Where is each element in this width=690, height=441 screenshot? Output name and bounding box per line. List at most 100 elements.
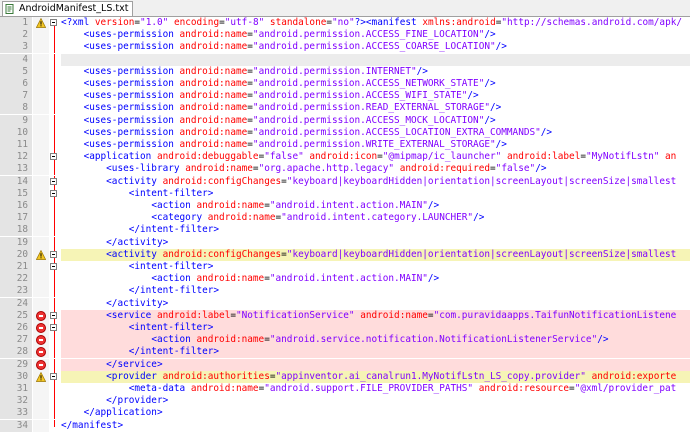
code-line[interactable]: 33 </application> [0,407,690,420]
fold-line [54,334,55,347]
marker-margin [33,370,49,383]
code-line[interactable]: 17 <category android:name="android.inten… [0,212,690,225]
fold-margin [49,151,61,164]
code-line[interactable]: 23 </intent-filter> [0,285,690,298]
code-line[interactable]: 31 <meta-data android:name="android.supp… [0,383,690,395]
code-line[interactable]: 9 <uses-permission android:name="android… [0,114,690,127]
code-line[interactable]: 29 </service> [0,358,690,371]
code-text: </intent-filter> [61,285,690,298]
code-line[interactable]: 27 <action android:name="android.service… [0,334,690,347]
token-val: "utf-8" [224,17,265,28]
code-line[interactable]: 3 <uses-permission android:name="android… [0,41,690,54]
code-line[interactable]: 26 <intent-filter> [0,322,690,334]
code-line[interactable]: 14 <activity android:configChanges="keyb… [0,175,690,188]
collapse-toggle-icon[interactable] [50,189,57,197]
token-tag: </intent-filter> [128,346,220,358]
token-val: "android.permission.ACCESS_COARSE_LOCATI… [252,41,496,53]
fold-line [54,395,55,408]
collapse-toggle-icon[interactable] [50,372,57,380]
code-line[interactable]: 34 </manifest> [0,419,690,432]
code-line[interactable]: 24 </activity> [0,297,690,310]
line-number: 34 [0,419,32,432]
fold-line [54,236,55,249]
token-tag: <manifest [365,17,423,28]
code-line[interactable]: 21 <intent-filter> [0,261,690,273]
token-tag: <action [151,273,197,285]
line-number: 33 [0,407,32,420]
line-number: 21 [0,261,32,273]
code-line[interactable]: 16 <action android:name="android.intent.… [0,200,690,212]
code-line[interactable]: 12 <application android:debuggable="fals… [0,151,690,164]
collapse-toggle-icon[interactable] [50,177,57,185]
marker-margin [33,53,49,66]
token-val: "false" [264,151,304,163]
line-number: 27 [0,334,32,347]
code-line[interactable]: 10 <uses-permission android:name="androi… [0,126,690,139]
code-line[interactable]: 28 </intent-filter> [0,346,690,359]
token-attr: android:resource [478,383,570,394]
token-tag: /> [473,212,485,224]
code-line[interactable]: 2 <uses-permission android:name="android… [0,29,690,42]
code-text: <uses-permission android:name="android.p… [61,102,690,115]
code-line[interactable]: 11 <uses-permission android:name="androi… [0,139,690,151]
code-line[interactable]: 8 <uses-permission android:name="android… [0,102,690,115]
code-text: <action android:name="android.intent.act… [61,200,690,212]
fold-line [54,78,55,90]
collapse-toggle-icon[interactable] [50,153,57,161]
token-tag: /> [495,139,507,150]
code-line[interactable]: 19 </activity> [0,236,690,249]
collapse-toggle-icon[interactable] [50,263,57,270]
fold-margin [49,102,61,115]
collapse-toggle-icon[interactable] [50,324,57,331]
tab-androidmanifest[interactable]: AndroidManifest_LS.txt [2,1,134,16]
code-line[interactable]: 30 <provider android:authorities="appinv… [0,370,690,383]
token-attr: android:name [190,383,259,394]
code-line[interactable]: 7 <uses-permission android:name="android… [0,90,690,103]
code-line[interactable]: 20 <activity android:configChanges="keyb… [0,248,690,261]
code-line[interactable]: 6 <uses-permission android:name="android… [0,78,690,90]
code-text: <application android:debuggable="false" … [61,151,690,164]
code-line[interactable]: 4 [0,53,690,66]
code-line[interactable]: 22 <action android:name="android.intent.… [0,273,690,286]
collapse-toggle-icon[interactable] [50,311,57,319]
marker-margin [33,358,49,371]
token-val: "@mipmap/ic_launcher" [382,151,502,163]
token-tag: /> [495,41,507,53]
token-attr: android:configChanges [162,175,282,187]
token-val: "android.intent.action.MAIN" [269,273,428,285]
collapse-toggle-icon[interactable] [50,19,57,26]
token-attr: android:name [196,273,265,285]
token-attr: android:name [179,139,248,150]
code-line[interactable]: 32 </provider> [0,395,690,408]
token-val: "android.support.FILE_PROVIDER_PATHS" [264,383,474,394]
code-line[interactable]: 1 <?xml version="1.0" encoding="utf-8" st… [0,17,690,29]
code-editor[interactable]: 1 <?xml version="1.0" encoding="utf-8" st… [0,17,690,441]
code-line[interactable]: 18 </intent-filter> [0,224,690,237]
code-line[interactable]: 25 <service android:label="NotificationS… [0,309,690,322]
token-attr: android:name [179,65,248,77]
token-val: "no" [332,17,355,28]
code-line[interactable]: 15 <intent-filter> [0,187,690,200]
code-line[interactable]: 13 <uses-library android:name="org.apach… [0,163,690,176]
token-tag: <uses-permission [83,65,180,77]
token-attr: android:name [179,90,248,102]
fold-margin [49,29,61,42]
fold-line [54,383,55,395]
line-number: 17 [0,212,32,225]
token-val: "1.0" [140,17,169,28]
token-val: "android.permission.ACCESS_LOCATION_EXTR… [252,126,541,138]
token-tag: /> [540,126,553,138]
code-line[interactable]: 5 <uses-permission android:name="android… [0,65,690,78]
line-number: 4 [0,53,32,66]
fold-margin [49,346,61,359]
collapse-toggle-icon[interactable] [50,250,57,258]
